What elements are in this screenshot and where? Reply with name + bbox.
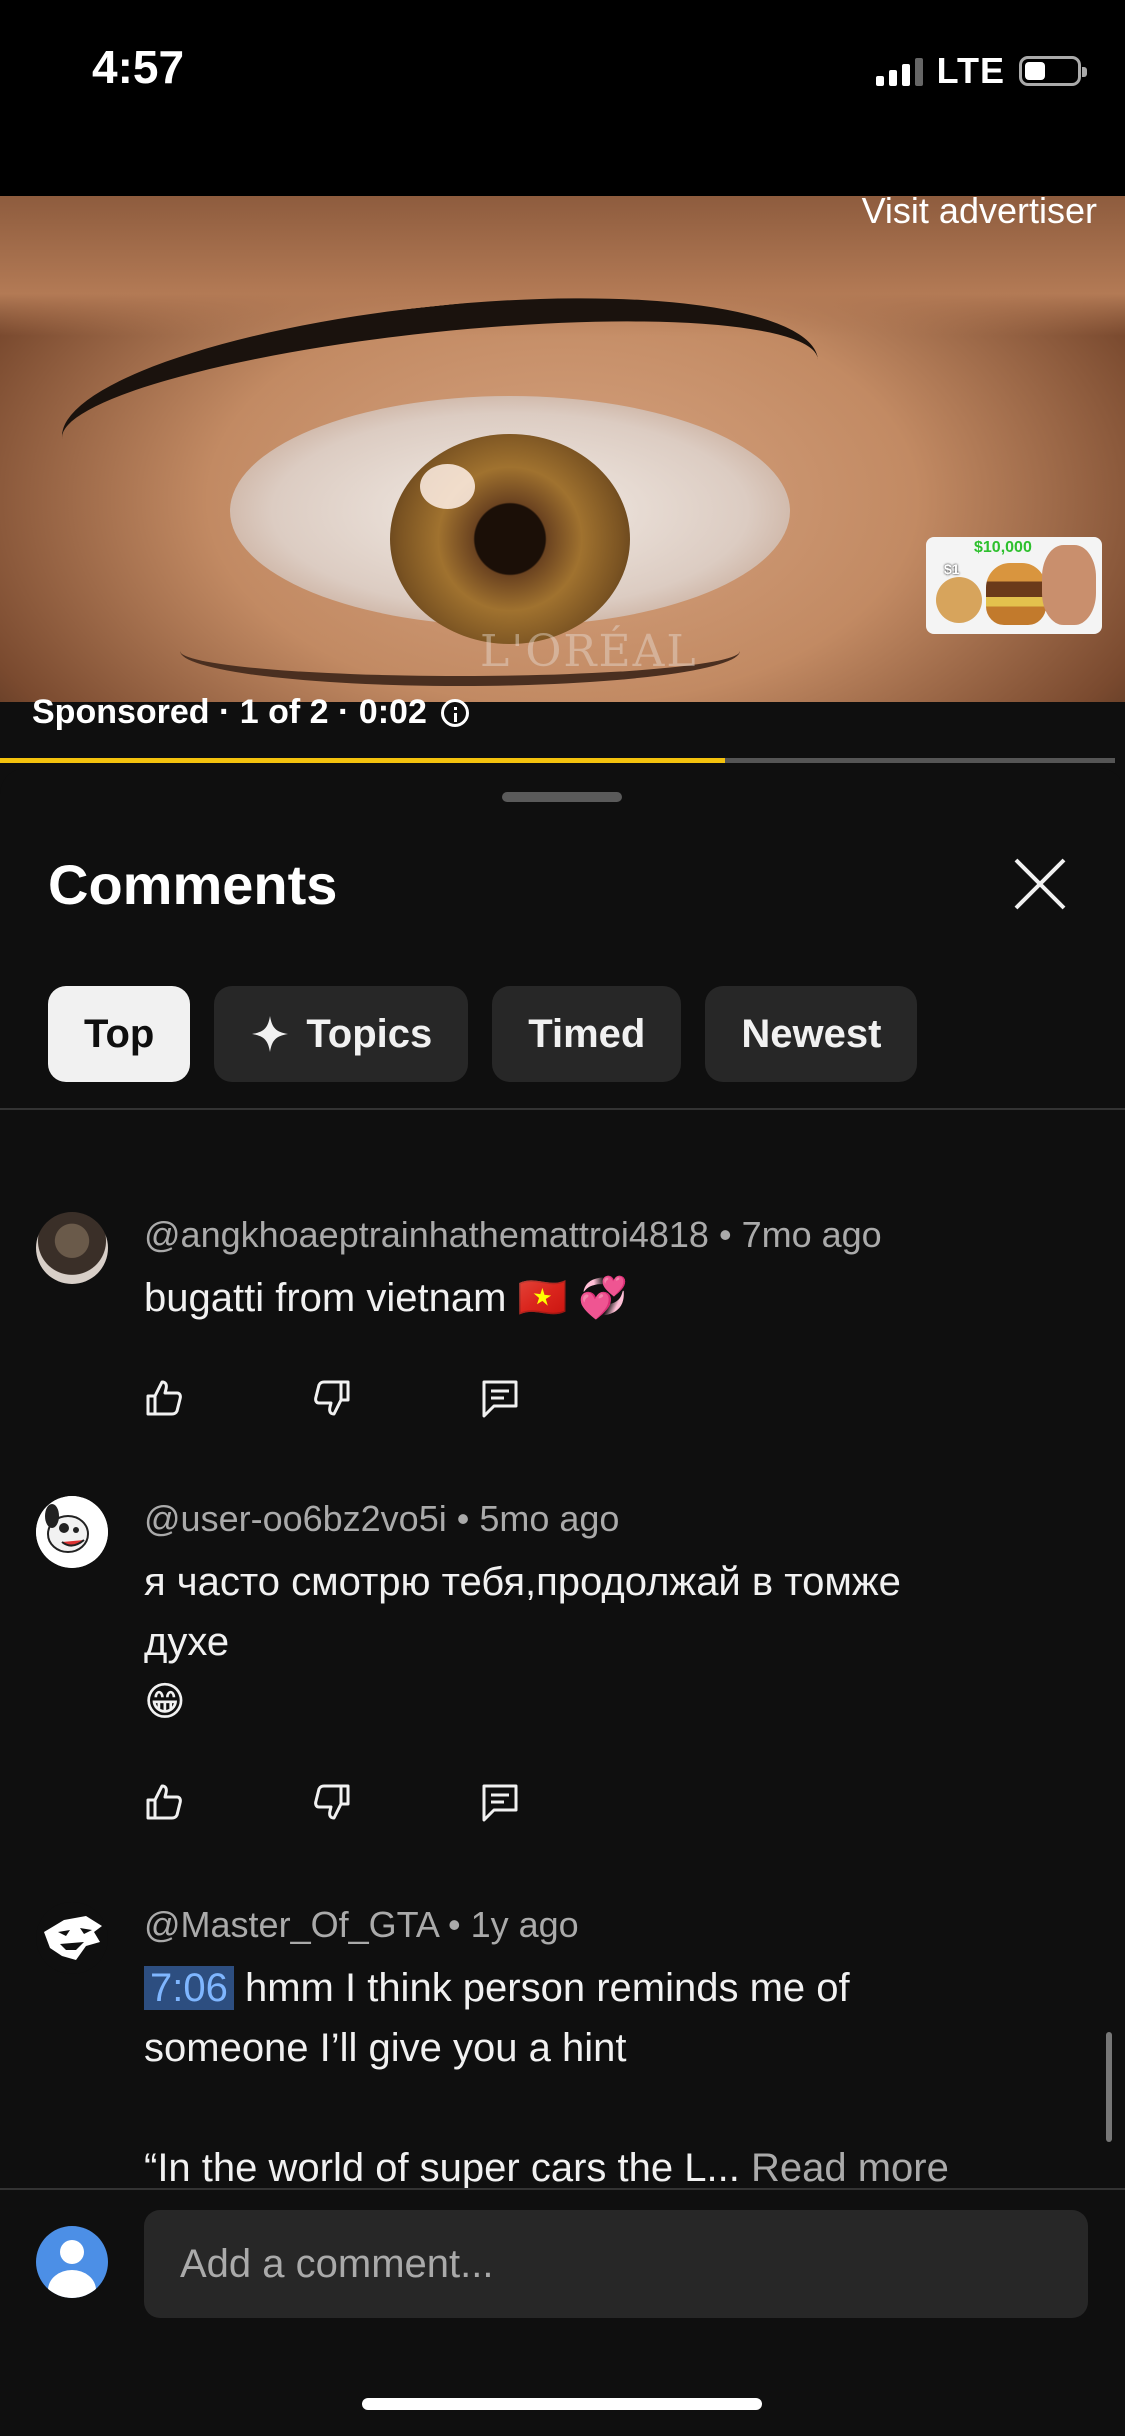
sponsored-text: Sponsored · 1 of 2 · 0:02 [32, 693, 427, 731]
visit-advertiser-link[interactable]: Visit advertiser [862, 190, 1097, 232]
dog-avatar-icon [36, 1496, 108, 1568]
filter-chip-newest[interactable]: Newest [705, 986, 918, 1082]
comment-meta: @angkhoaeptrainhathemattroi4818 • 7mo ag… [144, 1214, 882, 1255]
avatar[interactable] [36, 1212, 108, 1284]
comments-title: Comments [48, 853, 338, 916]
gta-avatar-icon [36, 1902, 108, 1974]
ad-progress-bar [0, 758, 1115, 763]
thumbs-up-icon [146, 1784, 182, 1820]
reply-icon [482, 1380, 518, 1418]
read-more-link[interactable]: Read more [751, 2146, 949, 2190]
comment-age: 5mo ago [479, 1498, 620, 1539]
status-time: 4:57 [92, 41, 185, 93]
drag-handle[interactable] [502, 792, 622, 802]
home-indicator[interactable] [362, 2398, 762, 2410]
comment-author[interactable]: @angkhoaeptrainhathemattroi4818 [144, 1214, 709, 1255]
chips-divider [0, 1108, 1125, 1110]
comment-text: 7:06 hmm I think person reminds me of so… [144, 1966, 949, 2190]
comment-author[interactable]: @user-oo6bz2vo5i [144, 1498, 447, 1539]
reply-icon [482, 1784, 518, 1822]
dislike-button[interactable] [312, 1782, 480, 1830]
status-indicators: LTE [875, 50, 1087, 92]
like-button[interactable] [144, 1782, 312, 1830]
sponsored-label: Sponsored · 1 of 2 · 0:02 [32, 693, 469, 732]
comment-filter-chips: Top Topics Timed Newest [48, 986, 918, 1082]
next-video-thumbnail[interactable]: $10,000 $1 [926, 537, 1102, 634]
filter-chip-timed[interactable]: Timed [492, 986, 682, 1082]
thumbnail-cheap-tag: $1 [944, 561, 960, 577]
user-avatar-icon [36, 2226, 108, 2298]
chip-label: Top [84, 1011, 155, 1056]
thumbs-up-icon [146, 1380, 182, 1416]
comment-actions [144, 1782, 648, 1830]
network-type: LTE [936, 50, 1005, 91]
video-timestamp-link[interactable]: 7:06 [144, 1966, 234, 2010]
dislike-button[interactable] [312, 1378, 480, 1426]
filter-chip-topics[interactable]: Topics [214, 986, 469, 1082]
comment-author[interactable]: @Master_Of_GTA [144, 1904, 438, 1945]
chip-label: Timed [528, 1011, 646, 1056]
reply-button[interactable] [480, 1782, 648, 1830]
filter-chip-top[interactable]: Top [48, 986, 191, 1082]
comment-age: 1y ago [470, 1904, 579, 1945]
avatar[interactable] [36, 1902, 108, 1974]
close-icon[interactable] [1010, 854, 1070, 914]
like-button[interactable] [144, 1378, 312, 1426]
signal-icon [875, 56, 923, 86]
chip-label: Topics [306, 1011, 433, 1056]
thumbs-down-icon [314, 1380, 350, 1416]
battery-icon [1019, 56, 1087, 86]
add-comment-input[interactable] [144, 2210, 1088, 2318]
info-icon[interactable] [440, 698, 469, 727]
sparkle-icon [252, 1016, 289, 1052]
scrollbar[interactable] [1106, 2032, 1112, 2142]
reply-button[interactable] [480, 1378, 648, 1426]
comment-text: bugatti from vietnam 🇻🇳 💞 [144, 1276, 629, 1320]
ad-progress-fill [0, 758, 725, 763]
comment-text: я часто смотрю тебя,продолжай в томже ду… [144, 1560, 901, 1724]
thumbnail-price-tag: $10,000 [974, 539, 1032, 556]
chip-label: Newest [741, 1011, 882, 1056]
status-bar: 4:57 LTE [0, 0, 1125, 196]
comment-age: 7mo ago [741, 1214, 882, 1255]
brand-watermark: L'ORÉAL [480, 626, 698, 677]
comment-actions [144, 1378, 648, 1426]
comments-sheet: Comments Top Topics Timed Newest @angkho… [0, 768, 1125, 2436]
thumbs-down-icon [314, 1784, 350, 1820]
comment-meta: @user-oo6bz2vo5i • 5mo ago [144, 1498, 620, 1539]
comment-meta: @Master_Of_GTA • 1y ago [144, 1904, 579, 1945]
avatar[interactable] [36, 1496, 108, 1568]
